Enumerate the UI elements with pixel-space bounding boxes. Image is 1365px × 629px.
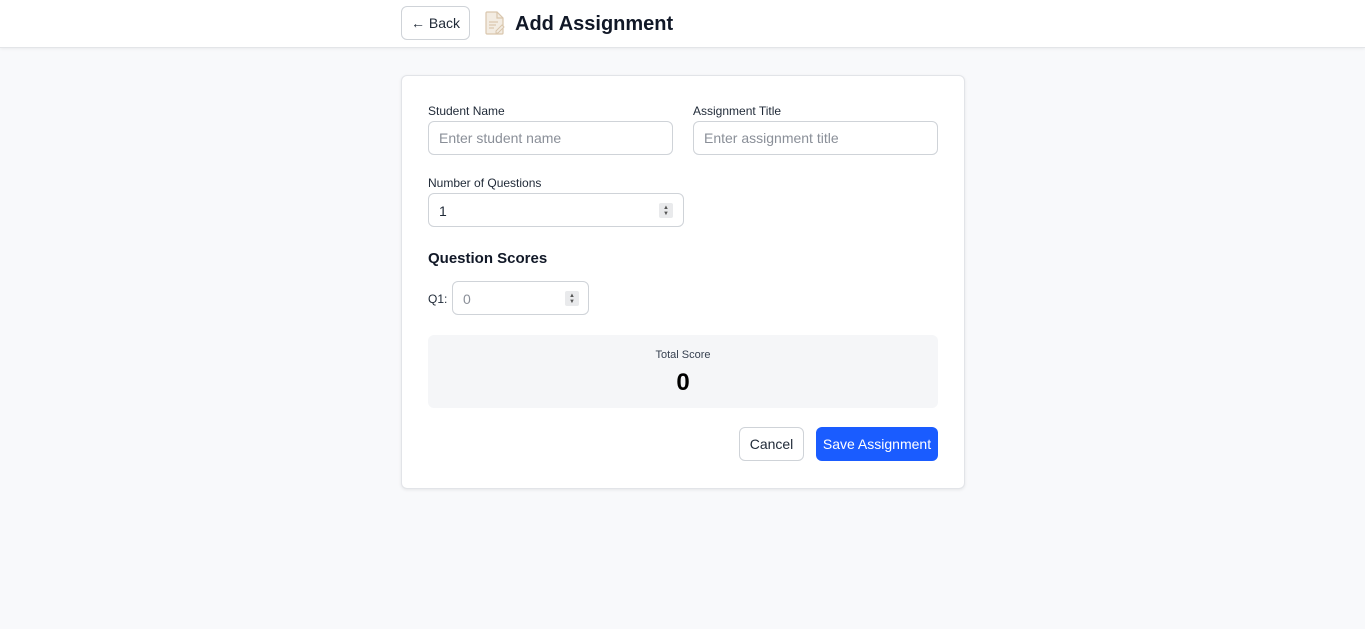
assignment-form-card: Student Name Assignment Title Number of … (401, 75, 965, 489)
cancel-button[interactable]: Cancel (739, 427, 804, 461)
question-scores-title: Question Scores (428, 250, 548, 267)
total-score-value: 0 (676, 369, 690, 396)
assignment-title-label: Assignment Title (693, 104, 782, 118)
back-button[interactable]: ← Back (401, 6, 470, 40)
total-score-label: Total Score (655, 349, 711, 361)
save-assignment-button[interactable]: Save Assignment (816, 427, 938, 461)
questions-stepper[interactable]: ▲ ▼ (659, 203, 673, 218)
question-score-label: Q1: (428, 292, 448, 306)
question-score-stepper[interactable]: ▲ ▼ (565, 291, 579, 306)
assignment-title-input[interactable] (693, 121, 938, 155)
assignment-document-icon (484, 11, 506, 35)
stepper-down-icon: ▼ (569, 298, 575, 305)
top-bar: ← Back Add Assignment (0, 0, 1365, 48)
stepper-down-icon: ▼ (663, 210, 669, 217)
student-name-input[interactable] (428, 121, 673, 155)
student-name-label: Student Name (428, 104, 505, 118)
number-of-questions-label: Number of Questions (428, 176, 542, 190)
question-score-input[interactable]: 0 ▲ ▼ (452, 281, 589, 315)
total-score-panel: Total Score 0 (428, 335, 938, 408)
question-score-value: 0 (463, 291, 471, 307)
page-title: Add Assignment (515, 13, 674, 35)
number-of-questions-input[interactable]: 1 ▲ ▼ (428, 193, 684, 227)
number-of-questions-value: 1 (439, 203, 447, 219)
